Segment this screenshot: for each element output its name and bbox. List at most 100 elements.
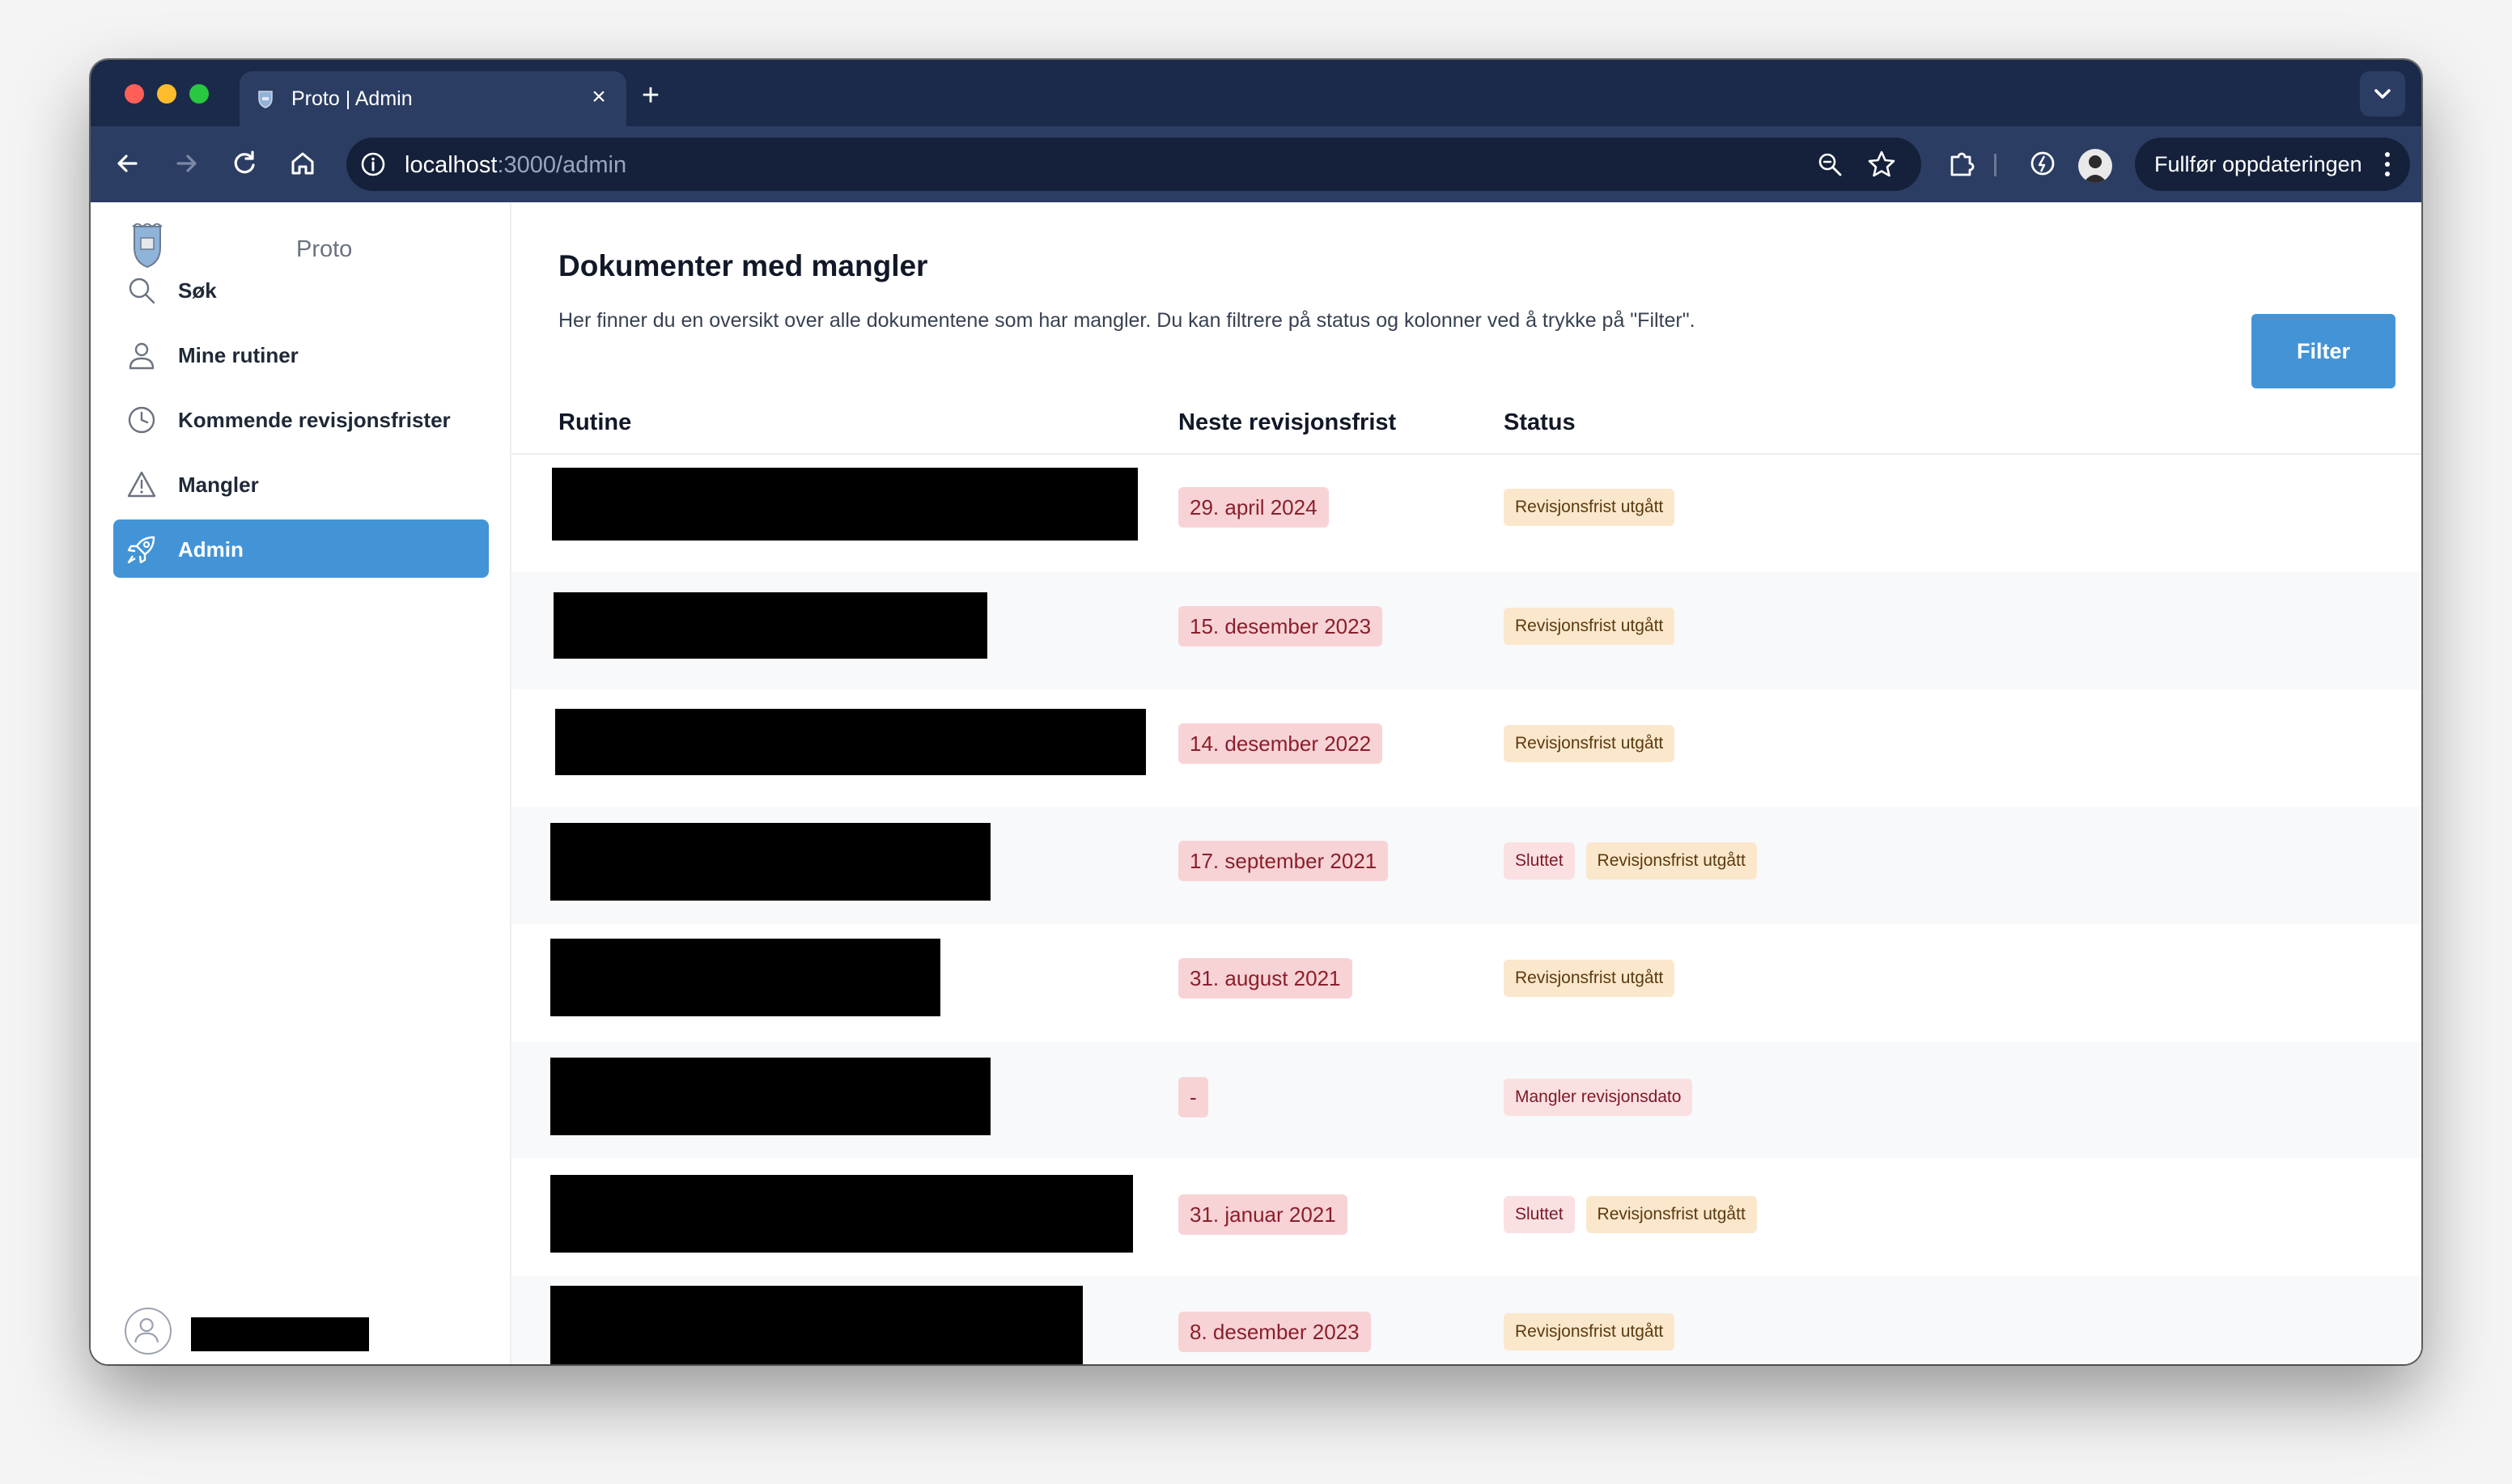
column-header-rutine[interactable]: Rutine	[558, 409, 631, 436]
sidebar-item-admin[interactable]: Admin	[113, 519, 489, 578]
revision-date-badge: 14. desember 2022	[1178, 723, 1383, 764]
close-window-button[interactable]	[125, 84, 144, 104]
home-icon[interactable]	[285, 146, 320, 181]
browser-titlebar: Proto | Admin × +	[91, 60, 2421, 126]
revision-date-badge: 31. august 2021	[1178, 958, 1352, 999]
browser-window: Proto | Admin × + localhost:3000/admin F…	[91, 60, 2421, 1364]
status-badge: Revisjonsfrist utgått	[1504, 489, 1675, 526]
status-cell: Mangler revisjonsdato	[1504, 1079, 1693, 1116]
status-badge: Revisjonsfrist utgått	[1504, 608, 1675, 645]
revision-date-badge: 8. desember 2023	[1178, 1312, 1371, 1352]
revision-date-badge: 15. desember 2023	[1178, 606, 1383, 647]
table-row[interactable]: 15. desember 2023 Revisjonsfrist utgått	[511, 572, 2421, 689]
minimize-window-button[interactable]	[157, 84, 176, 104]
address-bar[interactable]: localhost:3000/admin	[346, 138, 1921, 191]
status-badge: Revisjonsfrist utgått	[1585, 842, 1757, 880]
redacted-routine-name	[550, 1175, 1133, 1253]
maximize-window-button[interactable]	[189, 84, 209, 104]
status-badge: Revisjonsfrist utgått	[1504, 960, 1675, 997]
status-badge: Revisjonsfrist utgått	[1504, 1313, 1675, 1350]
user-icon	[129, 342, 155, 370]
column-header-status[interactable]: Status	[1504, 409, 1576, 436]
table-row[interactable]: 29. april 2024 Revisjonsfrist utgått	[511, 455, 2421, 572]
zoom-icon[interactable]	[1816, 151, 1844, 178]
revision-date-badge: 29. april 2024	[1178, 487, 1329, 528]
sidebar-item-mangler[interactable]: Mangler	[113, 455, 489, 513]
forward-arrow-icon[interactable]	[168, 146, 204, 181]
page-description: Her finner du en oversikt over alle doku…	[558, 309, 1695, 332]
sidebar-item-label: Kommende revisjonsfrister	[178, 408, 451, 432]
sidebar-item-label: Søk	[178, 278, 217, 303]
more-vertical-icon	[2385, 152, 2390, 176]
sidebar-item-kommende-revisjonsfrister[interactable]: Kommende revisjonsfrister	[113, 390, 489, 448]
table-row[interactable]: - Mangler revisjonsdato	[511, 1041, 2421, 1159]
desktop-background: Proto | Admin × + localhost:3000/admin F…	[0, 0, 2512, 1484]
table-row[interactable]: 8. desember 2023 Revisjonsfrist utgått	[511, 1276, 2421, 1364]
redacted-routine-name	[555, 709, 1146, 775]
page-title: Dokumenter med mangler	[558, 249, 928, 282]
redacted-routine-name	[550, 1058, 991, 1135]
bookmark-star-icon[interactable]	[1866, 149, 1897, 180]
table-row[interactable]: 14. desember 2022 Revisjonsfrist utgått	[511, 689, 2421, 807]
tab-title: Proto | Admin	[291, 87, 413, 110]
finish-update-label: Fullfør oppdateringen	[2154, 152, 2362, 176]
user-avatar[interactable]	[125, 1308, 172, 1355]
sidebar-item-label: Admin	[178, 537, 244, 562]
filter-button[interactable]: Filter	[2251, 314, 2395, 388]
main-content: Dokumenter med mangler Her finner du en …	[511, 202, 2421, 1364]
url-text: localhost:3000/admin	[405, 152, 626, 179]
tab-close-icon[interactable]: ×	[586, 84, 612, 110]
person-avatar-icon	[2083, 155, 2107, 183]
browser-toolbar: localhost:3000/admin Fullfør oppdatering…	[91, 126, 2421, 202]
redacted-routine-name	[550, 1286, 1083, 1364]
chevron-down-icon	[2374, 89, 2391, 99]
status-cell: Revisjonsfrist utgått	[1504, 960, 1675, 997]
status-badge: Mangler revisjonsdato	[1504, 1079, 1693, 1116]
status-cell: Revisjonsfrist utgått	[1504, 489, 1675, 526]
redacted-routine-name	[552, 468, 1138, 541]
status-cell: Sluttet Revisjonsfrist utgått	[1504, 842, 1757, 880]
status-badge: Revisjonsfrist utgått	[1504, 725, 1675, 762]
new-tab-plus-icon[interactable]: +	[634, 79, 667, 112]
status-cell: Revisjonsfrist utgått	[1504, 1313, 1675, 1350]
table-row[interactable]: 31. august 2021 Revisjonsfrist utgått	[511, 924, 2421, 1041]
toolbar-separator	[1994, 154, 1996, 176]
redacted-routine-name	[554, 592, 987, 659]
finish-update-button[interactable]: Fullfør oppdateringen	[2135, 138, 2410, 191]
table-row[interactable]: 31. januar 2021 Sluttet Revisjonsfrist u…	[511, 1159, 2421, 1276]
status-badge: Revisjonsfrist utgått	[1585, 1196, 1757, 1233]
status-badge: Sluttet	[1504, 842, 1575, 880]
browser-tab-active[interactable]: Proto | Admin ×	[240, 71, 626, 126]
status-badge: Sluttet	[1504, 1196, 1575, 1233]
brand-name: Proto	[296, 236, 353, 262]
redacted-routine-name	[550, 823, 991, 901]
rocket-icon	[127, 536, 155, 564]
reload-icon[interactable]	[227, 146, 262, 181]
site-info-icon[interactable]	[359, 151, 387, 178]
user-circle-icon	[134, 1317, 159, 1343]
table-row[interactable]: 17. september 2021 Sluttet Revisjonsfris…	[511, 807, 2421, 924]
status-cell: Revisjonsfrist utgått	[1504, 608, 1675, 645]
sidebar-item-label: Mangler	[178, 473, 259, 497]
crest-favicon-icon	[258, 91, 273, 108]
redacted-routine-name	[550, 939, 940, 1016]
performance-gauge-icon[interactable]	[2025, 146, 2060, 181]
status-cell: Revisjonsfrist utgått	[1504, 725, 1675, 762]
app-content: Proto Søk Mine rutiner Kommende revisjon…	[91, 202, 2421, 1364]
revision-date-badge: 31. januar 2021	[1178, 1194, 1347, 1235]
redacted-user-name	[191, 1317, 369, 1351]
sidebar-item-label: Mine rutiner	[178, 343, 299, 367]
status-cell: Sluttet Revisjonsfrist utgått	[1504, 1196, 1757, 1233]
url-path: :3000/admin	[497, 152, 627, 178]
column-header-neste-revisjonsfrist[interactable]: Neste revisjonsfrist	[1178, 409, 1396, 436]
url-host: localhost	[405, 152, 498, 178]
sidebar: Proto Søk Mine rutiner Kommende revisjon…	[91, 202, 511, 1364]
back-arrow-icon[interactable]	[110, 146, 146, 181]
profile-avatar[interactable]	[2078, 149, 2112, 183]
sidebar-item-sok[interactable]: Søk	[113, 261, 489, 319]
sidebar-item-mine-rutiner[interactable]: Mine rutiner	[113, 325, 489, 384]
search-icon	[129, 278, 155, 304]
extensions-puzzle-icon[interactable]	[1944, 146, 1979, 181]
tab-search-button[interactable]	[2360, 71, 2405, 117]
revision-date-badge: 17. september 2021	[1178, 841, 1389, 881]
